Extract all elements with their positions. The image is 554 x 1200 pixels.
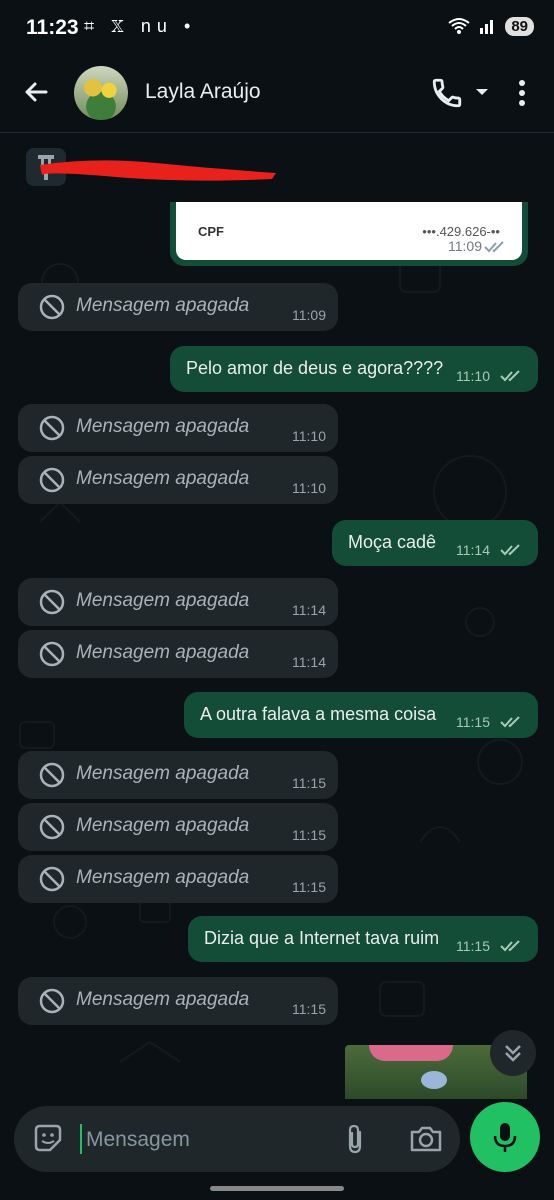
- system-nav-bar: [0, 1180, 554, 1200]
- outgoing-message[interactable]: Pelo amor de deus e agora???? 11:10: [170, 346, 538, 392]
- contact-name[interactable]: Layla Araújo: [145, 80, 261, 104]
- deleted-message[interactable]: Mensagem apagada 11:10: [18, 404, 338, 452]
- double-check-icon: [500, 544, 520, 556]
- ban-icon: [39, 762, 65, 788]
- document-label: CPF: [198, 224, 224, 239]
- outgoing-message[interactable]: Moça cadê 11:14: [332, 520, 538, 566]
- message-time: 11:10: [292, 428, 326, 444]
- deleted-label: Mensagem apagada: [76, 590, 250, 611]
- ban-icon: [39, 294, 65, 320]
- text-cursor: [80, 1124, 82, 1154]
- message-text: Moça cadê: [348, 532, 437, 552]
- deleted-message[interactable]: Mensagem apagada 11:09: [18, 283, 338, 331]
- status-time: 11:23: [26, 16, 79, 39]
- ban-icon: [39, 589, 65, 615]
- thumbnail-detail: [369, 1045, 453, 1061]
- message-time: 11:14: [292, 602, 326, 618]
- deleted-label: Mensagem apagada: [76, 642, 250, 663]
- mic-icon: [493, 1123, 517, 1152]
- deleted-label: Mensagem apagada: [76, 763, 250, 784]
- message-composer[interactable]: [14, 1106, 460, 1172]
- wifi-icon: [448, 18, 470, 34]
- message-time: 11:15: [292, 879, 326, 895]
- deleted-label: Mensagem apagada: [76, 989, 250, 1010]
- thumbnail-detail: [421, 1071, 447, 1089]
- deleted-message[interactable]: Mensagem apagada 11:14: [18, 630, 338, 678]
- message-text: Pelo amor de deus e agora????: [186, 358, 444, 378]
- double-check-icon: [500, 716, 520, 728]
- battery-level: 89: [505, 16, 534, 36]
- message-text: A outra falava a mesma coisa: [200, 704, 437, 724]
- document-message[interactable]: CPF •••.429.626-•• 11:09: [170, 202, 528, 266]
- message-time: 11:15: [456, 938, 490, 954]
- message-time: 11:15: [292, 775, 326, 791]
- deleted-label: Mensagem apagada: [76, 867, 250, 888]
- status-right: 89: [447, 16, 534, 36]
- message-time: 11:09: [292, 307, 326, 323]
- status-bar: 11:23 ⌗ 𝕏 nu • 89: [0, 0, 554, 58]
- message-time: 11:15: [456, 714, 490, 730]
- ban-icon: [39, 988, 65, 1014]
- phone-icon[interactable]: [430, 76, 464, 110]
- ban-icon: [39, 814, 65, 840]
- double-check-icon: [500, 940, 520, 952]
- message-text: Dizia que a Internet tava ruim: [204, 928, 440, 948]
- mic-button[interactable]: [470, 1102, 540, 1172]
- message-time: 11:10: [456, 368, 490, 384]
- redaction-scribble: [40, 160, 276, 181]
- ban-icon: [39, 467, 65, 493]
- outgoing-message[interactable]: Dizia que a Internet tava ruim 11:15: [188, 916, 538, 962]
- more-vert-icon[interactable]: [508, 76, 536, 110]
- avatar[interactable]: [74, 66, 128, 120]
- message-time: 11:10: [292, 480, 326, 496]
- deleted-message[interactable]: Mensagem apagada 11:14: [18, 578, 338, 626]
- scroll-down-button[interactable]: [490, 1030, 536, 1076]
- ban-icon: [39, 866, 65, 892]
- notification-icons: ⌗ 𝕏 nu •: [84, 16, 197, 36]
- ban-icon: [39, 415, 65, 441]
- message-input[interactable]: [84, 1120, 318, 1160]
- document-preview[interactable]: CPF •••.429.626-•• 11:09: [176, 202, 522, 260]
- deleted-label: Mensagem apagada: [76, 468, 250, 489]
- home-indicator[interactable]: [210, 1186, 344, 1191]
- signal-icon: [480, 20, 494, 34]
- deleted-label: Mensagem apagada: [76, 295, 250, 316]
- deleted-label: Mensagem apagada: [76, 416, 250, 437]
- document-number: •••.429.626-••: [422, 224, 500, 239]
- double-check-icon: [484, 241, 504, 253]
- chat-header: Layla Araújo: [0, 58, 554, 133]
- ban-icon: [39, 641, 65, 667]
- deleted-label: Mensagem apagada: [76, 815, 250, 836]
- chevron-down-icon[interactable]: [474, 84, 490, 100]
- camera-icon[interactable]: [408, 1122, 444, 1156]
- message-time: 11:15: [292, 827, 326, 843]
- outgoing-message[interactable]: A outra falava a mesma coisa 11:15: [184, 692, 538, 738]
- attach-icon[interactable]: [340, 1122, 370, 1156]
- message-time: 11:09: [448, 238, 482, 254]
- message-time: 11:15: [292, 1001, 326, 1017]
- scroll-down-icon: [505, 1045, 521, 1062]
- sticker-icon[interactable]: [32, 1122, 64, 1154]
- deleted-message[interactable]: Mensagem apagada 11:15: [18, 855, 338, 903]
- back-arrow-icon[interactable]: [20, 76, 52, 108]
- deleted-message[interactable]: Mensagem apagada 11:15: [18, 803, 338, 851]
- message-time: 11:14: [456, 542, 490, 558]
- message-time: 11:14: [292, 654, 326, 670]
- deleted-message[interactable]: Mensagem apagada 11:15: [18, 977, 338, 1025]
- double-check-icon: [500, 370, 520, 382]
- deleted-message[interactable]: Mensagem apagada 11:15: [18, 751, 338, 799]
- deleted-message[interactable]: Mensagem apagada 11:10: [18, 456, 338, 504]
